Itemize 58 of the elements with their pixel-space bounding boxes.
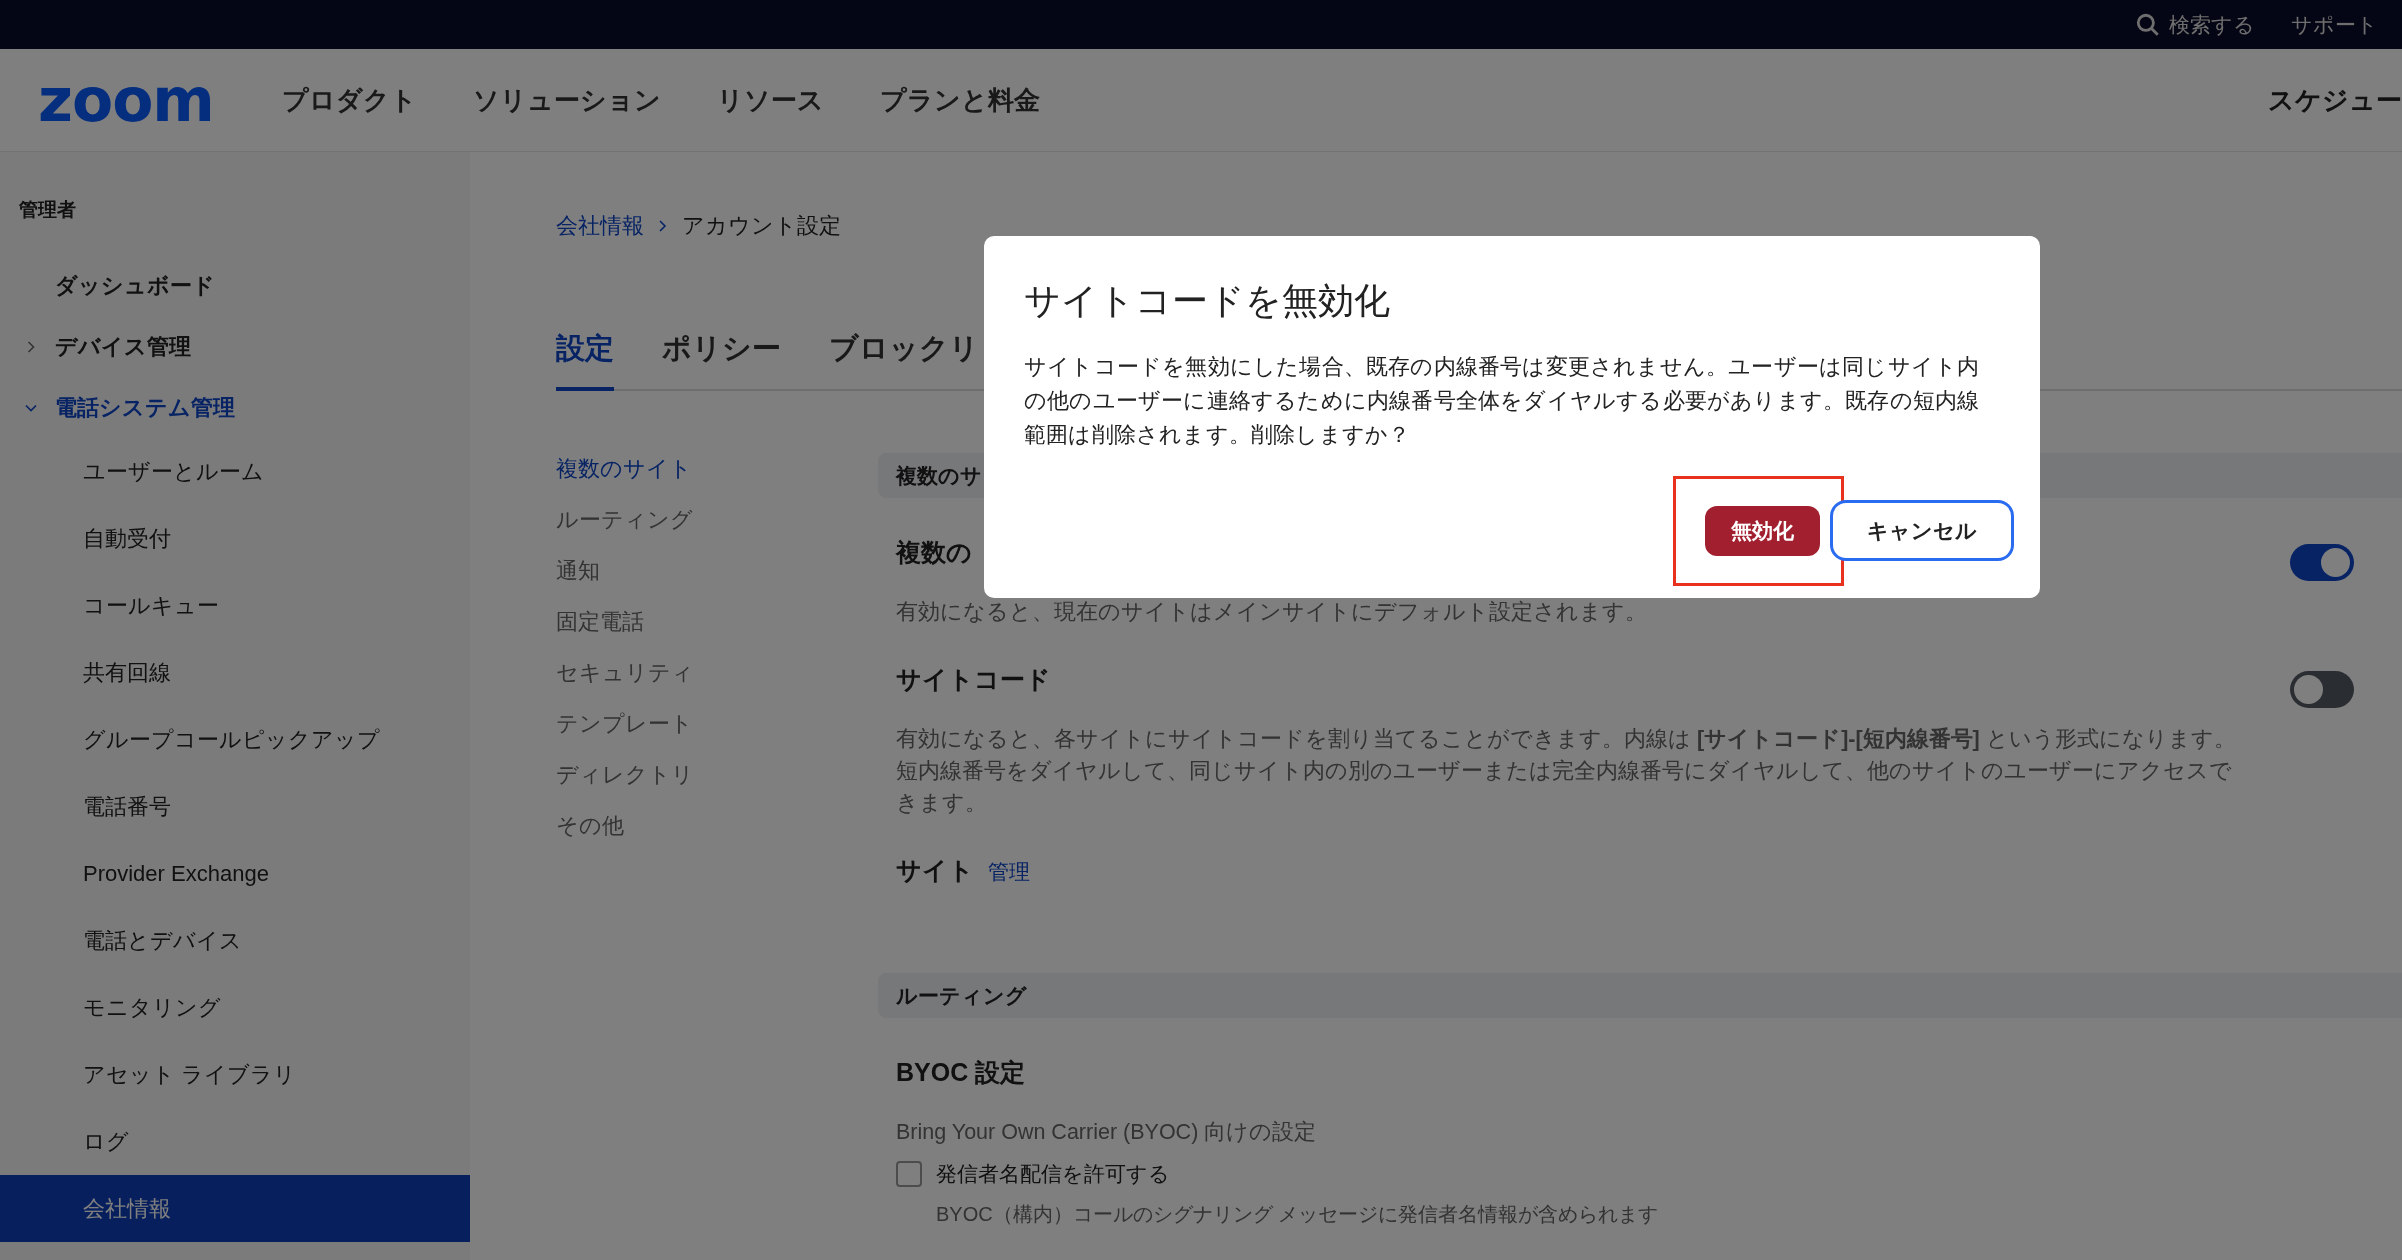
disable-button[interactable]: 無効化 [1705, 505, 1820, 556]
sidebar-item[interactable]: 電話システム管理 [0, 377, 470, 438]
setting-title: サイト [896, 855, 974, 886]
sidebar-item[interactable]: ログ [0, 1108, 470, 1175]
sidebar-item[interactable]: ダッシュボード [0, 255, 470, 316]
nav-item[interactable]: プロダクト [281, 82, 417, 118]
section-link[interactable]: ディレクトリ [556, 760, 878, 811]
dialog-message: サイトコードを無効にした場合、既存の内線番号は変更されません。ユーザーは同じサイト内の他のユーザーに連絡するために内線番号全体をダイヤルする必要があります。既存の短内線範囲は削除されます。削除しますか？ [1024, 353, 1981, 449]
setting-description: 有効になると、現在のサイトはメインサイトにデフォルト設定されます。 [896, 599, 1648, 626]
sidebar-item[interactable]: アセット ライブラリ [0, 1041, 470, 1108]
toggle-switch[interactable] [2290, 544, 2354, 581]
sidebar-item[interactable]: 会社情報 [0, 1175, 470, 1242]
setting-description: BYOC（構内）コールのシグナリング メッセージに発信者名情報が含められます [935, 1202, 1660, 1227]
section-link[interactable]: テンプレート [556, 709, 878, 760]
sidebar-item[interactable]: Provider Exchange [0, 840, 470, 907]
logo[interactable]: zoom [38, 65, 214, 135]
nav-item[interactable]: プランと料金 [879, 82, 1040, 118]
sidebar-item[interactable]: モニタリング [0, 974, 470, 1041]
support-link[interactable]: サポート [2291, 10, 2378, 39]
setting-title: サイトコード [896, 664, 1051, 695]
toggle-switch[interactable] [2290, 671, 2354, 708]
section-link[interactable]: 通知 [556, 556, 878, 607]
section-link[interactable]: 固定電話 [556, 607, 878, 658]
sidebar-item[interactable]: 電話とデバイス [0, 907, 470, 974]
sidebar-item[interactable]: 電話番号 [0, 773, 470, 840]
breadcrumb-link[interactable]: 会社情報 [556, 211, 644, 241]
tab[interactable]: ブロックリ [829, 329, 979, 391]
section-link[interactable]: セキュリティ [556, 658, 878, 709]
section-link[interactable]: 複数のサイト [556, 454, 878, 505]
search-icon [2135, 11, 2161, 38]
sidebar-item[interactable]: グループコールピックアップ [0, 706, 470, 773]
sidebar-item[interactable]: 自動受付 [0, 505, 470, 572]
search-label[interactable]: 検索する [2169, 10, 2255, 39]
nav-item[interactable]: ソリューション [472, 82, 661, 118]
section-header: ルーティング [878, 973, 2402, 1018]
sidebar-item[interactable]: デバイス管理 [0, 316, 470, 377]
sidebar-item[interactable]: ユーザーとルーム [0, 438, 470, 505]
checkbox-label: 発信者名配信を許可する [936, 1161, 1170, 1187]
manage-link[interactable]: 管理 [988, 852, 1030, 892]
sidebar-item[interactable]: 共有回線 [0, 639, 470, 706]
sidebar-item[interactable]: コールキュー [0, 572, 470, 639]
chevron-right-icon [658, 219, 668, 233]
setting-description: 有効になると、各サイトにサイトコードを割り当てることができます。内線は [サイトコード]-[短内線番号] という形式になります。短内線番号をダイヤルして、同じサイト内の別のユーザーまたは完全内線番号にダイヤルして、他のサイトのユーザーにアクセスできます。 [896, 726, 2237, 817]
checkbox[interactable] [896, 1161, 922, 1187]
section-link[interactable]: その他 [556, 811, 878, 862]
tab[interactable]: 設定 [556, 329, 614, 391]
setting-title: BYOC 設定 [896, 1057, 1026, 1088]
dialog-title: サイトコードを無効化 [1024, 279, 1391, 323]
section-link[interactable]: ルーティング [556, 505, 878, 556]
setting-title: 複数の [896, 537, 972, 568]
tab[interactable]: ポリシー [662, 329, 781, 391]
search-link[interactable]: 検索する [2135, 10, 2255, 39]
nav-item[interactable]: スケジュー [2268, 82, 2402, 118]
nav-item[interactable]: リソース [716, 82, 824, 118]
cancel-button[interactable]: キャンセル [1830, 500, 2014, 561]
setting-description: Bring Your Own Carrier (BYOC) 向けの設定 [896, 1119, 1318, 1146]
breadcrumb-current: アカウント設定 [682, 212, 841, 240]
sidebar-heading: 管理者 [18, 198, 77, 222]
